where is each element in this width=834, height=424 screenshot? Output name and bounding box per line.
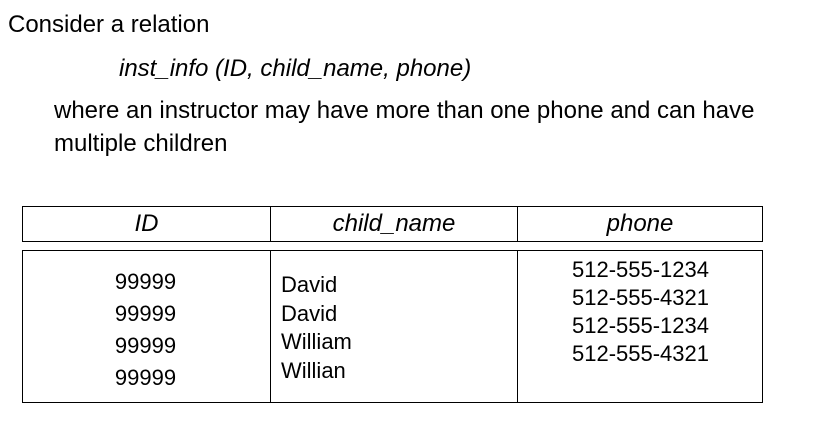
phone-value: 512-555-4321: [571, 285, 709, 310]
child-name-values: David David William Willian: [281, 271, 352, 385]
child-name-value: Willian: [281, 357, 346, 383]
id-values: 99999 99999 99999 99999: [23, 266, 268, 394]
description-line-1: where an instructor may have more than o…: [54, 97, 755, 124]
id-value: 99999: [114, 333, 177, 358]
phone-value: 512-555-4321: [571, 341, 709, 366]
id-value: 99999: [114, 269, 177, 294]
header-child-name: child_name: [270, 207, 517, 241]
phone-values: 512-555-1234 512-555-4321 512-555-1234 5…: [518, 256, 763, 368]
phone-value: 512-555-1234: [571, 257, 709, 282]
description-line-2: multiple children: [54, 130, 228, 157]
header-id: ID: [134, 210, 159, 237]
intro-text: Consider a relation: [8, 11, 210, 38]
id-value: 99999: [114, 365, 177, 390]
child-name-column: David David William Willian: [270, 251, 517, 402]
table-header-row: ID child_name phone: [22, 206, 763, 242]
phone-column: 512-555-1234 512-555-4321 512-555-1234 5…: [517, 251, 762, 402]
header-phone: phone: [517, 207, 762, 241]
relation-schema: inst_info (ID, child_name, phone): [119, 55, 472, 82]
id-value: 99999: [114, 301, 177, 326]
table-body: 99999 99999 99999 99999 David David Will…: [22, 250, 763, 403]
phone-value: 512-555-1234: [571, 313, 709, 338]
child-name-value: David: [281, 300, 338, 326]
child-name-value: David: [281, 272, 338, 297]
id-column: 99999 99999 99999 99999: [23, 251, 270, 402]
child-name-value: William: [281, 329, 352, 354]
